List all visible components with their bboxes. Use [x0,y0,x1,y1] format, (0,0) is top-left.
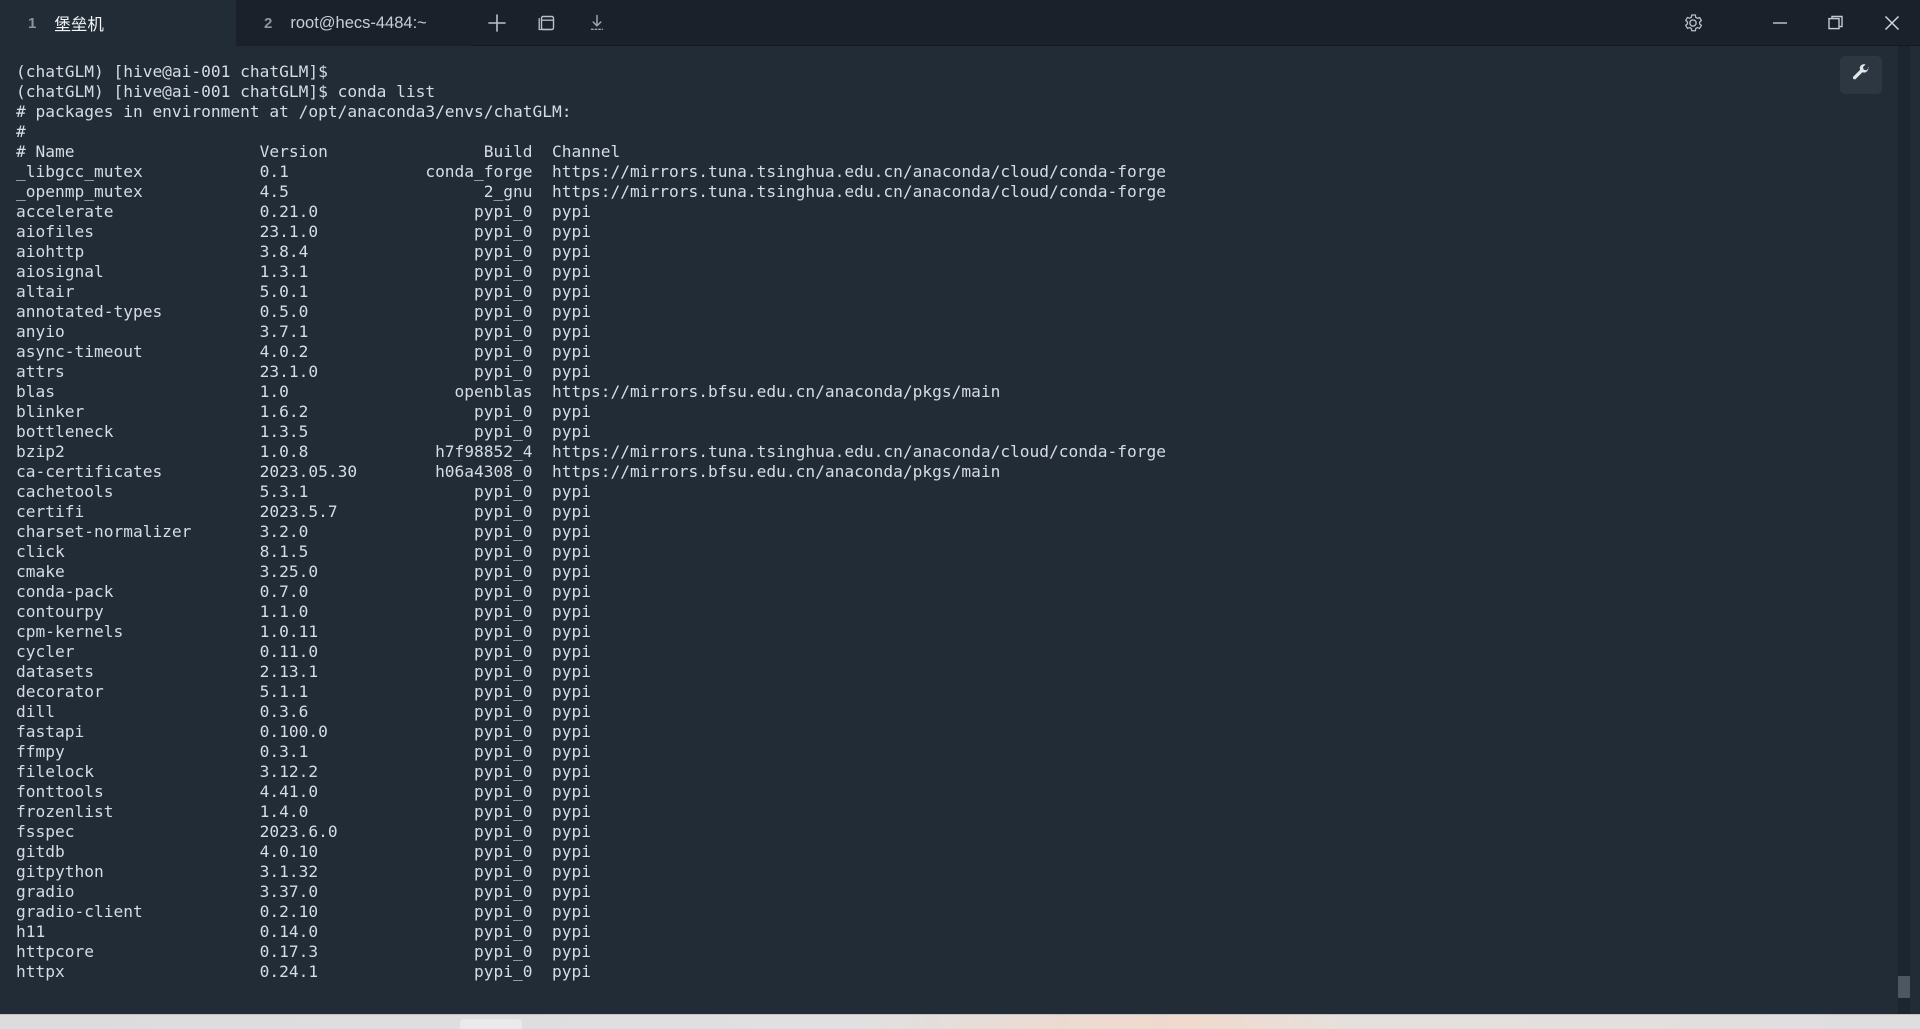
terminal-header-line-1: (chatGLM) [hive@ai-001 chatGLM]$ conda l… [16,82,436,101]
package-row: httpx 0.24.1 pypi_0 pypi [16,962,591,981]
minimize-button[interactable] [1752,0,1808,46]
package-row: cmake 3.25.0 pypi_0 pypi [16,562,591,581]
package-row: httpcore 0.17.3 pypi_0 pypi [16,942,591,961]
terminal-header-line-2: # packages in environment at /opt/anacon… [16,102,572,121]
package-row: fsspec 2023.6.0 pypi_0 pypi [16,822,591,841]
tab-1[interactable]: 1 堡垒机 [0,0,236,46]
package-row: anyio 3.7.1 pypi_0 pypi [16,322,591,341]
package-row: blas 1.0 openblas https://mirrors.bfsu.e… [16,382,1001,401]
tab-1-label: 堡垒机 [54,16,104,34]
package-row: ca-certificates 2023.05.30 h06a4308_0 ht… [16,462,1001,481]
package-row: accelerate 0.21.0 pypi_0 pypi [16,202,591,221]
package-row: gitdb 4.0.10 pypi_0 pypi [16,842,591,861]
new-tab-icon [486,12,508,34]
tab-2-number: 2 [264,14,273,32]
package-row: conda-pack 0.7.0 pypi_0 pypi [16,582,591,601]
package-row: aiohttp 3.8.4 pypi_0 pypi [16,242,591,261]
package-row: datasets 2.13.1 pypi_0 pypi [16,662,591,681]
package-row: certifi 2023.5.7 pypi_0 pypi [16,502,591,521]
package-row: _openmp_mutex 4.5 2_gnu https://mirrors.… [16,182,1166,201]
package-row: decorator 5.1.1 pypi_0 pypi [16,682,591,701]
package-row: gitpython 3.1.32 pypi_0 pypi [16,862,591,881]
scrollbar-thumb[interactable] [1898,976,1910,998]
terminal-output: (chatGLM) [hive@ai-001 chatGLM]$ (chatGLM… [16,62,1896,982]
terminal-header-line-0: (chatGLM) [hive@ai-001 chatGLM]$ [16,62,328,81]
new-tab-button[interactable] [472,0,522,46]
close-button[interactable] [1864,0,1920,46]
package-row: annotated-types 0.5.0 pypi_0 pypi [16,302,591,321]
download-icon [586,12,608,34]
package-row: fastapi 0.100.0 pypi_0 pypi [16,722,591,741]
package-row: charset-normalizer 3.2.0 pypi_0 pypi [16,522,591,541]
package-row: aiosignal 1.3.1 pypi_0 pypi [16,262,591,281]
package-row: gradio-client 0.2.10 pypi_0 pypi [16,902,591,921]
tools-button[interactable] [1840,56,1882,94]
titlebar: 1 堡垒机 2 root@hecs-4484:~ [0,0,1920,46]
terminal-header-line-3: # [16,122,26,141]
terminal-column-header: # Name Version Build Channel [16,142,621,161]
package-row: filelock 3.12.2 pypi_0 pypi [16,762,591,781]
restore-icon [1825,12,1847,34]
scrollbar-track[interactable] [1898,46,1910,1014]
package-row: fonttools 4.41.0 pypi_0 pypi [16,782,591,801]
package-row: gradio 3.37.0 pypi_0 pypi [16,882,591,901]
package-row: contourpy 1.1.0 pypi_0 pypi [16,602,591,621]
tab-actions [472,0,622,46]
package-row: ffmpy 0.3.1 pypi_0 pypi [16,742,591,761]
settings-button[interactable] [1662,0,1724,46]
wrench-icon [1851,63,1871,87]
tab-2[interactable]: 2 root@hecs-4484:~ [236,0,472,46]
close-icon [1881,12,1903,34]
tab-1-number: 1 [28,14,37,32]
package-row: dill 0.3.6 pypi_0 pypi [16,702,591,721]
package-row: blinker 1.6.2 pypi_0 pypi [16,402,591,421]
terminal-body[interactable]: (chatGLM) [hive@ai-001 chatGLM]$ (chatGLM… [0,46,1920,1014]
split-window-icon [536,12,558,34]
restore-button[interactable] [1808,0,1864,46]
taskbar[interactable] [0,1014,1920,1029]
terminal-window: 1 堡垒机 2 root@hecs-4484:~ (chatGLM) [hive… [0,0,1920,1029]
tab-2-label: root@hecs-4484:~ [290,13,427,32]
window-controls [1662,0,1920,46]
package-row: bzip2 1.0.8 h7f98852_4 https://mirrors.t… [16,442,1166,461]
download-button[interactable] [572,0,622,46]
gear-icon [1682,12,1704,34]
package-row: async-timeout 4.0.2 pypi_0 pypi [16,342,591,361]
minimize-icon [1769,12,1791,34]
package-row: _libgcc_mutex 0.1 conda_forge https://mi… [16,162,1166,181]
package-row: cpm-kernels 1.0.11 pypi_0 pypi [16,622,591,641]
package-row: aiofiles 23.1.0 pypi_0 pypi [16,222,591,241]
package-row: bottleneck 1.3.5 pypi_0 pypi [16,422,591,441]
package-row: cycler 0.11.0 pypi_0 pypi [16,642,591,661]
package-row: cachetools 5.3.1 pypi_0 pypi [16,482,591,501]
package-row: attrs 23.1.0 pypi_0 pypi [16,362,591,381]
split-window-button[interactable] [522,0,572,46]
package-row: altair 5.0.1 pypi_0 pypi [16,282,591,301]
package-row: h11 0.14.0 pypi_0 pypi [16,922,591,941]
package-row: frozenlist 1.4.0 pypi_0 pypi [16,802,591,821]
taskbar-item[interactable] [460,1019,522,1029]
package-row: click 8.1.5 pypi_0 pypi [16,542,591,561]
